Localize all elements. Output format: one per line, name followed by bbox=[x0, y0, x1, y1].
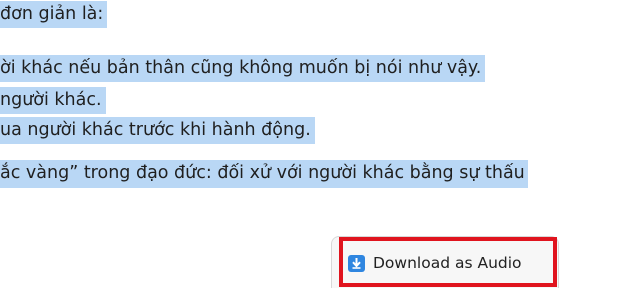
article-text-line: đơn giản là: bbox=[0, 1, 108, 28]
article-text-line: ời khác nếu bản thân cũng không muốn bị … bbox=[0, 55, 486, 82]
download-button-label: Download as Audio bbox=[373, 254, 522, 272]
article-text-line: ua người khác trước khi hành động. bbox=[0, 117, 315, 144]
page: đơn giản là: ời khác nếu bản thân cũng k… bbox=[0, 0, 638, 288]
selected-text: ua người khác trước khi hành động. bbox=[0, 117, 315, 144]
selected-text: ời khác nếu bản thân cũng không muốn bị … bbox=[0, 55, 486, 82]
article-text-line: người khác. bbox=[0, 87, 106, 114]
selected-text: đơn giản là: bbox=[0, 1, 108, 28]
download-as-audio-button[interactable]: Download as Audio bbox=[348, 246, 522, 280]
article-text-line: ắc vàng” trong đạo đức: đối xử với người… bbox=[0, 160, 528, 188]
download-arrow-icon bbox=[348, 254, 365, 272]
selected-text: ắc vàng” trong đạo đức: đối xử với người… bbox=[0, 160, 528, 188]
selected-text: người khác. bbox=[0, 87, 106, 114]
